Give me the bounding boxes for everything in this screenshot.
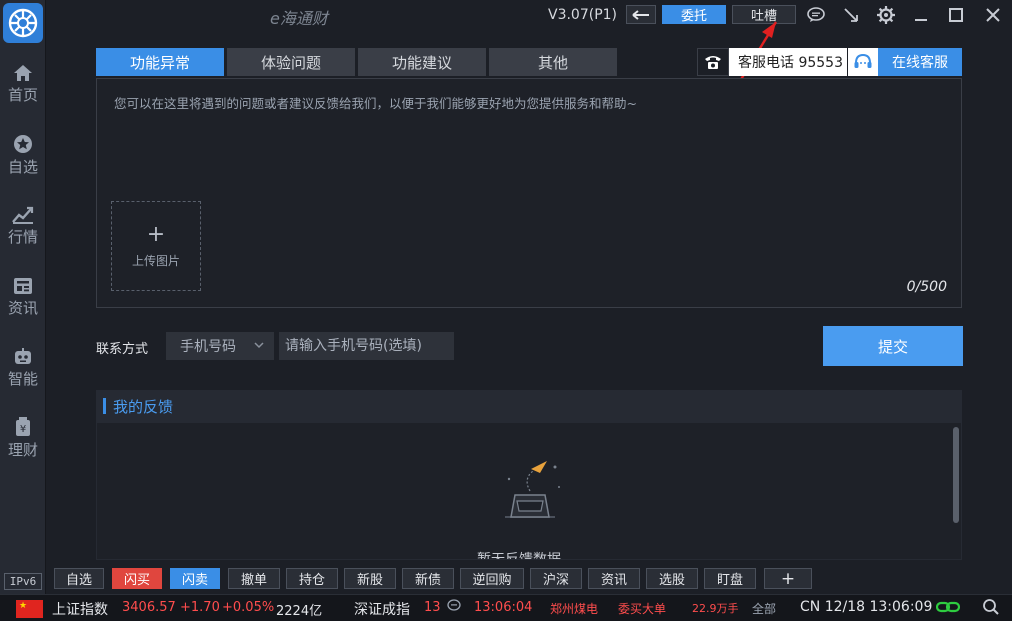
ipv6-badge: IPv6 — [4, 573, 42, 590]
contact-method-select[interactable]: 手机号码 — [166, 332, 274, 360]
toolbar-flash-buy-button[interactable]: 闪买 — [112, 568, 162, 589]
sidebar-item-market[interactable]: 行情 — [0, 196, 46, 256]
arrow-left-icon — [632, 9, 649, 20]
sidebar-item-finance[interactable]: ¥ 理财 — [0, 408, 46, 468]
sidebar-item-label: 理财 — [7, 440, 38, 459]
online-support-label: 在线客服 — [892, 55, 948, 71]
home-icon — [14, 64, 32, 81]
toolbar-news-button[interactable]: 资讯 — [588, 568, 640, 589]
money-bag-icon: ¥ — [16, 416, 30, 436]
headset-icon — [848, 48, 878, 76]
sidebar-item-label: 首页 — [7, 85, 38, 104]
china-flag-icon: ★ — [16, 600, 43, 618]
toolbar-watch-board-button[interactable]: 盯盘 — [704, 568, 756, 589]
link-icon[interactable] — [935, 600, 961, 618]
tab-other[interactable]: 其他 — [489, 48, 617, 76]
app-logo-icon[interactable] — [3, 3, 43, 43]
chat-icon[interactable] — [805, 4, 827, 26]
upload-image-button[interactable]: + 上传图片 — [111, 201, 201, 291]
bottom-toolbar: 自选 闪买 闪卖 撤单 持仓 新股 新债 逆回购 沪深 资讯 选股 盯盘 + — [46, 566, 1012, 592]
my-feedback-list: 暂无反馈数据 — [96, 422, 962, 560]
my-feedback-title: 我的反馈 — [113, 397, 174, 416]
toolbar-stock-picker-button[interactable]: 选股 — [646, 568, 698, 589]
sidebar-item-home[interactable]: 首页 — [0, 54, 46, 114]
tab-function-suggestion[interactable]: 功能建议 — [358, 48, 486, 76]
chat-bubble-icon[interactable] — [447, 599, 461, 617]
index2-value: 13 — [424, 600, 441, 615]
plus-icon: + — [146, 221, 166, 247]
minimize-arrow-icon[interactable] — [840, 4, 862, 26]
toolbar-new-bond-button[interactable]: 新债 — [402, 568, 454, 589]
toolbar-sh-sz-button[interactable]: 沪深 — [530, 568, 582, 589]
close-icon[interactable] — [982, 4, 1004, 26]
app-title: e海通财 — [270, 9, 328, 28]
toolbar-reverse-repo-button[interactable]: 逆回购 — [460, 568, 524, 589]
sidebar-item-label: 自选 — [7, 157, 38, 176]
support-phone-label: 客服电话 95553 — [738, 55, 843, 71]
maximize-icon[interactable] — [945, 4, 967, 26]
news-filter[interactable]: 全部 — [752, 600, 776, 617]
my-feedback-header: 我的反馈 — [96, 390, 962, 422]
back-button[interactable] — [626, 5, 656, 24]
toolbar-new-stock-button[interactable]: 新股 — [344, 568, 396, 589]
status-bar: ★ 上证指数 3406.57 +1.70 +0.05% 2224亿 深证成指 1… — [0, 594, 1012, 621]
index1-name[interactable]: 上证指数 — [52, 599, 108, 619]
star-icon — [14, 134, 32, 153]
index2-name[interactable]: 深证成指 — [354, 599, 410, 619]
online-support-button[interactable]: 在线客服 — [848, 48, 962, 76]
phone-number-input[interactable] — [279, 332, 454, 360]
index1-volume: 2224亿 — [276, 604, 323, 619]
feedback-placeholder: 您可以在这里将遇到的问题或者建议反馈给我们，以便于我们能够更好地为您提供服务和帮… — [114, 96, 637, 111]
sidebar-item-news[interactable]: 资讯 — [0, 267, 46, 327]
search-icon[interactable] — [982, 598, 1000, 620]
support-phone: 客服电话 95553 — [697, 48, 847, 76]
news-stock[interactable]: 郑州煤电 — [550, 600, 598, 617]
tab-experience-issue[interactable]: 体验问题 — [227, 48, 355, 76]
section-marker — [103, 398, 106, 414]
contact-method-value: 手机号码 — [180, 339, 236, 355]
titlebar: e海通财 V3.07(P1) 委托 吐槽 — [46, 0, 1012, 30]
toolbar-cancel-order-button[interactable]: 撤单 — [228, 568, 280, 589]
empty-inbox-icon — [505, 461, 560, 518]
app-version: V3.07(P1) — [548, 7, 618, 23]
feedback-textarea[interactable]: 您可以在这里将遇到的问题或者建议反馈给我们，以便于我们能够更好地为您提供服务和帮… — [96, 78, 962, 308]
news-amount: 22.9万手 — [692, 602, 739, 615]
contact-label: 联系方式 — [96, 342, 149, 357]
sidebar: 首页 自选 行情 资讯 智能 ¥ 理财 IPv6 — [0, 0, 46, 621]
robot-icon — [15, 347, 31, 364]
index1-pct: +0.05% — [222, 600, 275, 615]
empty-feedback-text: 暂无反馈数据 — [477, 552, 561, 560]
index1-change: +1.70 — [180, 600, 220, 615]
chevron-down-icon — [254, 342, 264, 349]
news-type: 委买大单 — [618, 602, 667, 616]
news-time: 13:06:04 — [474, 600, 533, 615]
phone-icon — [697, 48, 729, 76]
toolbar-flash-sell-button[interactable]: 闪卖 — [170, 568, 220, 589]
char-counter: 0/500 — [906, 279, 947, 295]
toolbar-add-button[interactable]: + — [764, 568, 812, 589]
svg-text:¥: ¥ — [20, 424, 26, 435]
feedback-scrollbar[interactable] — [953, 427, 959, 523]
news-icon — [14, 277, 32, 294]
chart-icon — [12, 206, 34, 224]
minimize-icon[interactable] — [910, 4, 932, 26]
toolbar-watchlist-button[interactable]: 自选 — [54, 568, 104, 589]
tab-function-error[interactable]: 功能异常 — [96, 48, 224, 76]
submit-button[interactable]: 提交 — [823, 326, 963, 366]
index1-value: 3406.57 — [122, 600, 176, 615]
sidebar-item-label: 资讯 — [7, 298, 38, 317]
sidebar-item-label: 智能 — [7, 369, 38, 388]
sidebar-item-label: 行情 — [7, 227, 38, 246]
gear-icon[interactable] — [875, 4, 897, 26]
sidebar-item-watchlist[interactable]: 自选 — [0, 125, 46, 185]
upload-image-label: 上传图片 — [131, 253, 180, 268]
sidebar-item-smart[interactable]: 智能 — [0, 338, 46, 398]
status-datetime: CN 12/18 13:06:09 — [800, 599, 933, 615]
toolbar-positions-button[interactable]: 持仓 — [286, 568, 338, 589]
